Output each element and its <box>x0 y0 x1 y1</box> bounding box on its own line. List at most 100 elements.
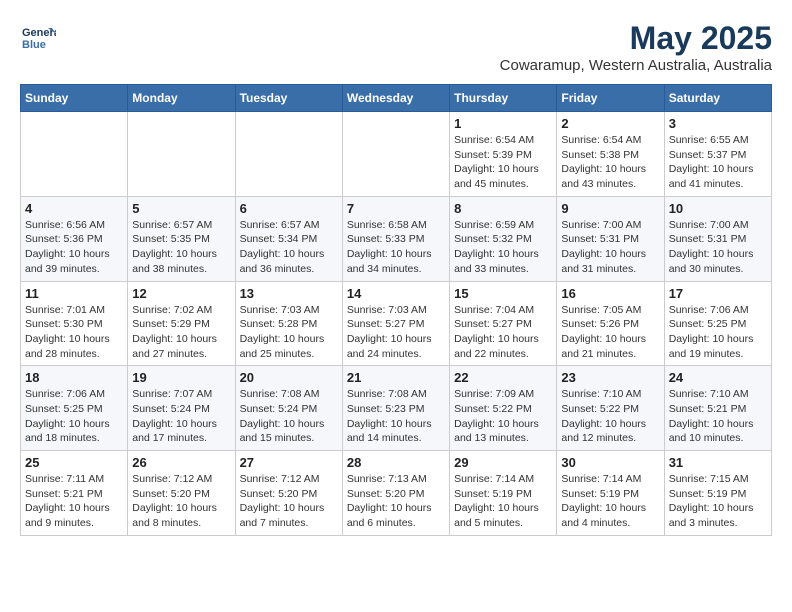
day-number: 18 <box>25 370 123 385</box>
day-info: Sunrise: 7:00 AM Sunset: 5:31 PM Dayligh… <box>561 218 659 277</box>
logo-icon: General Blue <box>20 20 56 56</box>
day-info: Sunrise: 7:14 AM Sunset: 5:19 PM Dayligh… <box>454 472 552 531</box>
day-number: 20 <box>240 370 338 385</box>
day-number: 14 <box>347 286 445 301</box>
day-number: 5 <box>132 201 230 216</box>
calendar-day-header: Monday <box>128 85 235 112</box>
month-title: May 2025 <box>500 20 772 57</box>
calendar-day-cell: 22 Sunrise: 7:09 AM Sunset: 5:22 PM Dayli… <box>450 366 557 451</box>
calendar-day-cell: 28 Sunrise: 7:13 AM Sunset: 5:20 PM Dayli… <box>342 451 449 536</box>
calendar-day-cell: 5 Sunrise: 6:57 AM Sunset: 5:35 PM Daylig… <box>128 196 235 281</box>
calendar-day-cell: 3 Sunrise: 6:55 AM Sunset: 5:37 PM Daylig… <box>664 112 771 197</box>
calendar-day-cell: 7 Sunrise: 6:58 AM Sunset: 5:33 PM Daylig… <box>342 196 449 281</box>
day-number: 4 <box>25 201 123 216</box>
day-info: Sunrise: 7:05 AM Sunset: 5:26 PM Dayligh… <box>561 303 659 362</box>
calendar-day-cell: 19Sunrise: 7:07 AM Sunset: 5:24 PM Dayli… <box>128 366 235 451</box>
day-number: 3 <box>669 116 767 131</box>
calendar-day-cell: 12Sunrise: 7:02 AM Sunset: 5:29 PM Dayli… <box>128 281 235 366</box>
day-number: 13 <box>240 286 338 301</box>
day-number: 1 <box>454 116 552 131</box>
calendar-week-row: 1 Sunrise: 6:54 AM Sunset: 5:39 PM Daylig… <box>21 112 772 197</box>
day-number: 9 <box>561 201 659 216</box>
day-info: Sunrise: 7:02 AM Sunset: 5:29 PM Dayligh… <box>132 303 230 362</box>
day-info: Sunrise: 6:57 AM Sunset: 5:35 PM Dayligh… <box>132 218 230 277</box>
day-info: Sunrise: 7:14 AM Sunset: 5:19 PM Dayligh… <box>561 472 659 531</box>
day-info: Sunrise: 7:10 AM Sunset: 5:22 PM Dayligh… <box>561 387 659 446</box>
day-info: Sunrise: 7:06 AM Sunset: 5:25 PM Dayligh… <box>669 303 767 362</box>
day-info: Sunrise: 6:57 AM Sunset: 5:34 PM Dayligh… <box>240 218 338 277</box>
calendar-day-cell: 18 Sunrise: 7:06 AM Sunset: 5:25 PM Dayli… <box>21 366 128 451</box>
calendar-week-row: 11Sunrise: 7:01 AM Sunset: 5:30 PM Dayli… <box>21 281 772 366</box>
page-header: General Blue General Blue May 2025 Cowar… <box>20 20 772 74</box>
calendar-table: SundayMondayTuesdayWednesdayThursdayFrid… <box>20 84 772 536</box>
day-number: 19 <box>132 370 230 385</box>
day-info: Sunrise: 7:00 AM Sunset: 5:31 PM Dayligh… <box>669 218 767 277</box>
calendar-day-cell: 27 Sunrise: 7:12 AM Sunset: 5:20 PM Dayli… <box>235 451 342 536</box>
day-info: Sunrise: 6:58 AM Sunset: 5:33 PM Dayligh… <box>347 218 445 277</box>
calendar-body: 1 Sunrise: 6:54 AM Sunset: 5:39 PM Daylig… <box>21 112 772 536</box>
calendar-week-row: 25 Sunrise: 7:11 AM Sunset: 5:21 PM Dayli… <box>21 451 772 536</box>
calendar-day-cell: 25 Sunrise: 7:11 AM Sunset: 5:21 PM Dayli… <box>21 451 128 536</box>
day-number: 11 <box>25 286 123 301</box>
day-info: Sunrise: 7:12 AM Sunset: 5:20 PM Dayligh… <box>132 472 230 531</box>
calendar-day-cell: 20 Sunrise: 7:08 AM Sunset: 5:24 PM Dayli… <box>235 366 342 451</box>
day-info: Sunrise: 7:12 AM Sunset: 5:20 PM Dayligh… <box>240 472 338 531</box>
day-info: Sunrise: 6:54 AM Sunset: 5:39 PM Dayligh… <box>454 133 552 192</box>
calendar-week-row: 4Sunrise: 6:56 AM Sunset: 5:36 PM Daylig… <box>21 196 772 281</box>
day-number: 28 <box>347 455 445 470</box>
day-number: 2 <box>561 116 659 131</box>
day-number: 31 <box>669 455 767 470</box>
calendar-day-cell: 1 Sunrise: 6:54 AM Sunset: 5:39 PM Daylig… <box>450 112 557 197</box>
calendar-day-cell: 17 Sunrise: 7:06 AM Sunset: 5:25 PM Dayli… <box>664 281 771 366</box>
day-info: Sunrise: 6:55 AM Sunset: 5:37 PM Dayligh… <box>669 133 767 192</box>
day-info: Sunrise: 6:54 AM Sunset: 5:38 PM Dayligh… <box>561 133 659 192</box>
calendar-day-cell: 30Sunrise: 7:14 AM Sunset: 5:19 PM Dayli… <box>557 451 664 536</box>
calendar-day-cell: 29 Sunrise: 7:14 AM Sunset: 5:19 PM Dayli… <box>450 451 557 536</box>
day-number: 24 <box>669 370 767 385</box>
day-number: 16 <box>561 286 659 301</box>
calendar-day-cell: 26Sunrise: 7:12 AM Sunset: 5:20 PM Dayli… <box>128 451 235 536</box>
svg-text:Blue: Blue <box>22 39 46 51</box>
calendar-day-cell: 16 Sunrise: 7:05 AM Sunset: 5:26 PM Dayli… <box>557 281 664 366</box>
calendar-day-cell: 11Sunrise: 7:01 AM Sunset: 5:30 PM Dayli… <box>21 281 128 366</box>
calendar-day-header: Saturday <box>664 85 771 112</box>
calendar-day-cell: 6Sunrise: 6:57 AM Sunset: 5:34 PM Daylig… <box>235 196 342 281</box>
location-title: Cowaramup, Western Australia, Australia <box>500 57 772 74</box>
day-number: 21 <box>347 370 445 385</box>
day-info: Sunrise: 7:03 AM Sunset: 5:27 PM Dayligh… <box>347 303 445 362</box>
day-number: 8 <box>454 201 552 216</box>
day-number: 27 <box>240 455 338 470</box>
day-number: 7 <box>347 201 445 216</box>
calendar-day-cell <box>342 112 449 197</box>
day-info: Sunrise: 7:08 AM Sunset: 5:23 PM Dayligh… <box>347 387 445 446</box>
day-number: 29 <box>454 455 552 470</box>
calendar-day-cell: 9 Sunrise: 7:00 AM Sunset: 5:31 PM Daylig… <box>557 196 664 281</box>
day-info: Sunrise: 7:06 AM Sunset: 5:25 PM Dayligh… <box>25 387 123 446</box>
calendar-day-header: Thursday <box>450 85 557 112</box>
day-number: 15 <box>454 286 552 301</box>
day-info: Sunrise: 7:08 AM Sunset: 5:24 PM Dayligh… <box>240 387 338 446</box>
calendar-day-header: Tuesday <box>235 85 342 112</box>
calendar-day-header: Wednesday <box>342 85 449 112</box>
calendar-day-cell <box>21 112 128 197</box>
calendar-day-cell: 23 Sunrise: 7:10 AM Sunset: 5:22 PM Dayli… <box>557 366 664 451</box>
day-info: Sunrise: 7:09 AM Sunset: 5:22 PM Dayligh… <box>454 387 552 446</box>
calendar-day-cell: 8 Sunrise: 6:59 AM Sunset: 5:32 PM Daylig… <box>450 196 557 281</box>
calendar-day-cell: 14 Sunrise: 7:03 AM Sunset: 5:27 PM Dayli… <box>342 281 449 366</box>
calendar-day-cell: 13 Sunrise: 7:03 AM Sunset: 5:28 PM Dayli… <box>235 281 342 366</box>
day-number: 10 <box>669 201 767 216</box>
day-number: 25 <box>25 455 123 470</box>
day-info: Sunrise: 7:04 AM Sunset: 5:27 PM Dayligh… <box>454 303 552 362</box>
day-info: Sunrise: 6:59 AM Sunset: 5:32 PM Dayligh… <box>454 218 552 277</box>
calendar-day-cell: 10 Sunrise: 7:00 AM Sunset: 5:31 PM Dayli… <box>664 196 771 281</box>
calendar-day-cell: 24Sunrise: 7:10 AM Sunset: 5:21 PM Dayli… <box>664 366 771 451</box>
day-info: Sunrise: 7:11 AM Sunset: 5:21 PM Dayligh… <box>25 472 123 531</box>
day-number: 23 <box>561 370 659 385</box>
calendar-day-cell <box>235 112 342 197</box>
calendar-day-cell: 4Sunrise: 6:56 AM Sunset: 5:36 PM Daylig… <box>21 196 128 281</box>
day-info: Sunrise: 7:03 AM Sunset: 5:28 PM Dayligh… <box>240 303 338 362</box>
day-number: 17 <box>669 286 767 301</box>
day-number: 22 <box>454 370 552 385</box>
calendar-day-cell: 15 Sunrise: 7:04 AM Sunset: 5:27 PM Dayli… <box>450 281 557 366</box>
day-info: Sunrise: 7:13 AM Sunset: 5:20 PM Dayligh… <box>347 472 445 531</box>
